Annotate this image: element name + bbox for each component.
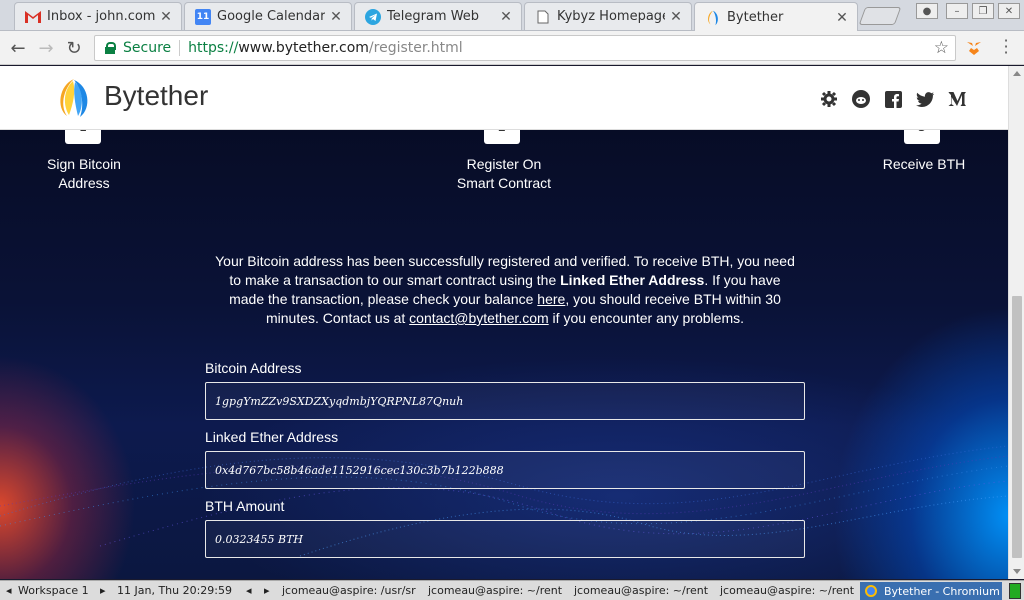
browser-tab-strip: Inbox - john.com ✕ 11 Google Calendar ✕ … (0, 0, 1024, 32)
taskbar-window-label: Bytether - Chromium (884, 584, 1000, 598)
bytether-logo (60, 79, 88, 117)
workspace-arrow-icon[interactable]: ◂ (6, 584, 12, 597)
bitcoin-address-field[interactable]: 1gpgYmZZv9SXDZXyqdmbjYQRPNL87Qnuh (205, 382, 805, 420)
window-close-icon[interactable]: ✕ (998, 3, 1020, 19)
tab-kybyz[interactable]: Kybyz Homepage ✕ (524, 2, 692, 30)
chromium-icon (865, 585, 877, 597)
tab-telegram[interactable]: Telegram Web ✕ (354, 2, 522, 30)
registration-success-message: Your Bitcoin address has been successful… (210, 252, 800, 328)
scroll-up-arrow-icon[interactable] (1013, 71, 1021, 76)
linked-ether-address-label: Linked Ether Address (205, 429, 339, 445)
system-taskbar: ◂ Workspace 1 ▸ 11 Jan, Thu 20:29:59 ◂ ▸… (0, 580, 1024, 600)
step-label-line: Smart Contract (456, 175, 552, 191)
address-bar[interactable]: Secure https://www.bytether.com/register… (94, 35, 956, 61)
page-viewport: Bytether 1 2 3 Sign Bitcoin Address Regi… (0, 66, 1008, 579)
tab-title: Google Calendar (217, 9, 325, 24)
gear-icon[interactable] (820, 90, 838, 108)
new-tab-button[interactable] (858, 7, 902, 25)
close-icon[interactable]: ✕ (835, 10, 849, 26)
workspace-label[interactable]: Workspace 1 (18, 584, 89, 597)
url-scheme: https:// (188, 40, 239, 56)
forward-arrow-icon[interactable]: → (34, 36, 58, 60)
battery-icon (1009, 583, 1021, 599)
taskbar-window[interactable]: jcomeau@aspire: ~/rent (428, 584, 562, 597)
tab-title: Inbox - john.com (47, 9, 155, 24)
prev-window-icon[interactable]: ◂ (246, 584, 252, 597)
close-icon[interactable]: ✕ (159, 9, 173, 25)
user-icon[interactable]: ● (916, 3, 938, 19)
scroll-down-arrow-icon[interactable] (1013, 569, 1021, 574)
site-header: Bytether (0, 66, 1008, 130)
page-icon (535, 9, 551, 25)
back-arrow-icon[interactable]: ← (6, 36, 30, 60)
step-label-line: Register On (466, 156, 542, 172)
tab-title: Bytether (727, 10, 784, 25)
step-label-line: Address (58, 175, 110, 191)
twitter-icon[interactable] (916, 90, 934, 108)
bookmark-star-icon[interactable]: ☆ (934, 38, 949, 58)
tab-gmail[interactable]: Inbox - john.com ✕ (14, 2, 182, 30)
scroll-thumb[interactable] (1012, 296, 1022, 558)
contact-email-link[interactable]: contact@bytether.com (409, 310, 549, 326)
secure-label: Secure (123, 40, 172, 56)
close-icon[interactable]: ✕ (329, 9, 343, 25)
gmail-icon (25, 9, 41, 25)
bth-amount-label: BTH Amount (205, 498, 285, 514)
metamask-fox-icon[interactable] (966, 40, 982, 56)
workspace-next-icon[interactable]: ▸ (100, 584, 106, 597)
page-scrollbar[interactable] (1008, 66, 1024, 579)
clock: 11 Jan, Thu 20:29:59 (117, 584, 233, 597)
close-icon[interactable]: ✕ (499, 9, 513, 25)
message-text: if you encounter any problems. (548, 310, 745, 326)
minimize-icon[interactable]: – (946, 3, 968, 19)
linked-ether-address-field[interactable]: 0x4d767bc58b46ade1152916cec130c3b7b122b8… (205, 451, 805, 489)
next-window-icon[interactable]: ▸ (264, 584, 270, 597)
tab-title: Telegram Web (387, 9, 480, 24)
maximize-icon[interactable]: ❐ (972, 3, 994, 19)
step-label-2: Register On Smart Contract (434, 155, 574, 193)
message-bold: Linked Ether Address (560, 272, 705, 288)
medium-icon[interactable] (948, 90, 966, 108)
facebook-icon[interactable] (884, 90, 902, 108)
divider (179, 40, 181, 56)
url-host: www.bytether.com (238, 40, 369, 56)
telegram-icon (365, 8, 381, 25)
step-label-3: Receive BTH (864, 155, 984, 174)
tab-google-calendar[interactable]: 11 Google Calendar ✕ (184, 2, 352, 30)
bitcoin-address-label: Bitcoin Address (205, 360, 302, 376)
menu-icon[interactable]: · · · (996, 33, 1016, 61)
bth-amount-field[interactable]: 0.0323455 BTH (205, 520, 805, 558)
taskbar-window[interactable]: jcomeau@aspire: ~/rent (574, 584, 708, 597)
reddit-icon[interactable] (852, 90, 870, 108)
step-label-line: Sign Bitcoin (47, 156, 121, 172)
reload-icon[interactable]: ↻ (62, 36, 86, 60)
taskbar-window[interactable]: jcomeau@aspire: /usr/sr (282, 584, 416, 597)
calendar-icon: 11 (195, 8, 211, 25)
url-path: /register.html (368, 40, 463, 56)
brand-name: Bytether (104, 80, 209, 111)
lock-icon (105, 42, 116, 54)
step-label-line: Receive BTH (882, 156, 966, 172)
taskbar-window-active[interactable]: Bytether - Chromium (860, 582, 1002, 600)
close-icon[interactable]: ✕ (669, 9, 683, 25)
step-label-1: Sign Bitcoin Address (24, 155, 144, 193)
tab-title: Kybyz Homepage (557, 9, 665, 24)
browser-toolbar: ← → ↻ Secure https://www.bytether.com/re… (0, 31, 1024, 65)
tab-bytether[interactable]: Bytether ✕ (694, 2, 858, 32)
taskbar-window[interactable]: jcomeau@aspire: ~/rent (720, 584, 854, 597)
bytether-icon (705, 10, 721, 26)
balance-link[interactable]: here (537, 291, 565, 307)
